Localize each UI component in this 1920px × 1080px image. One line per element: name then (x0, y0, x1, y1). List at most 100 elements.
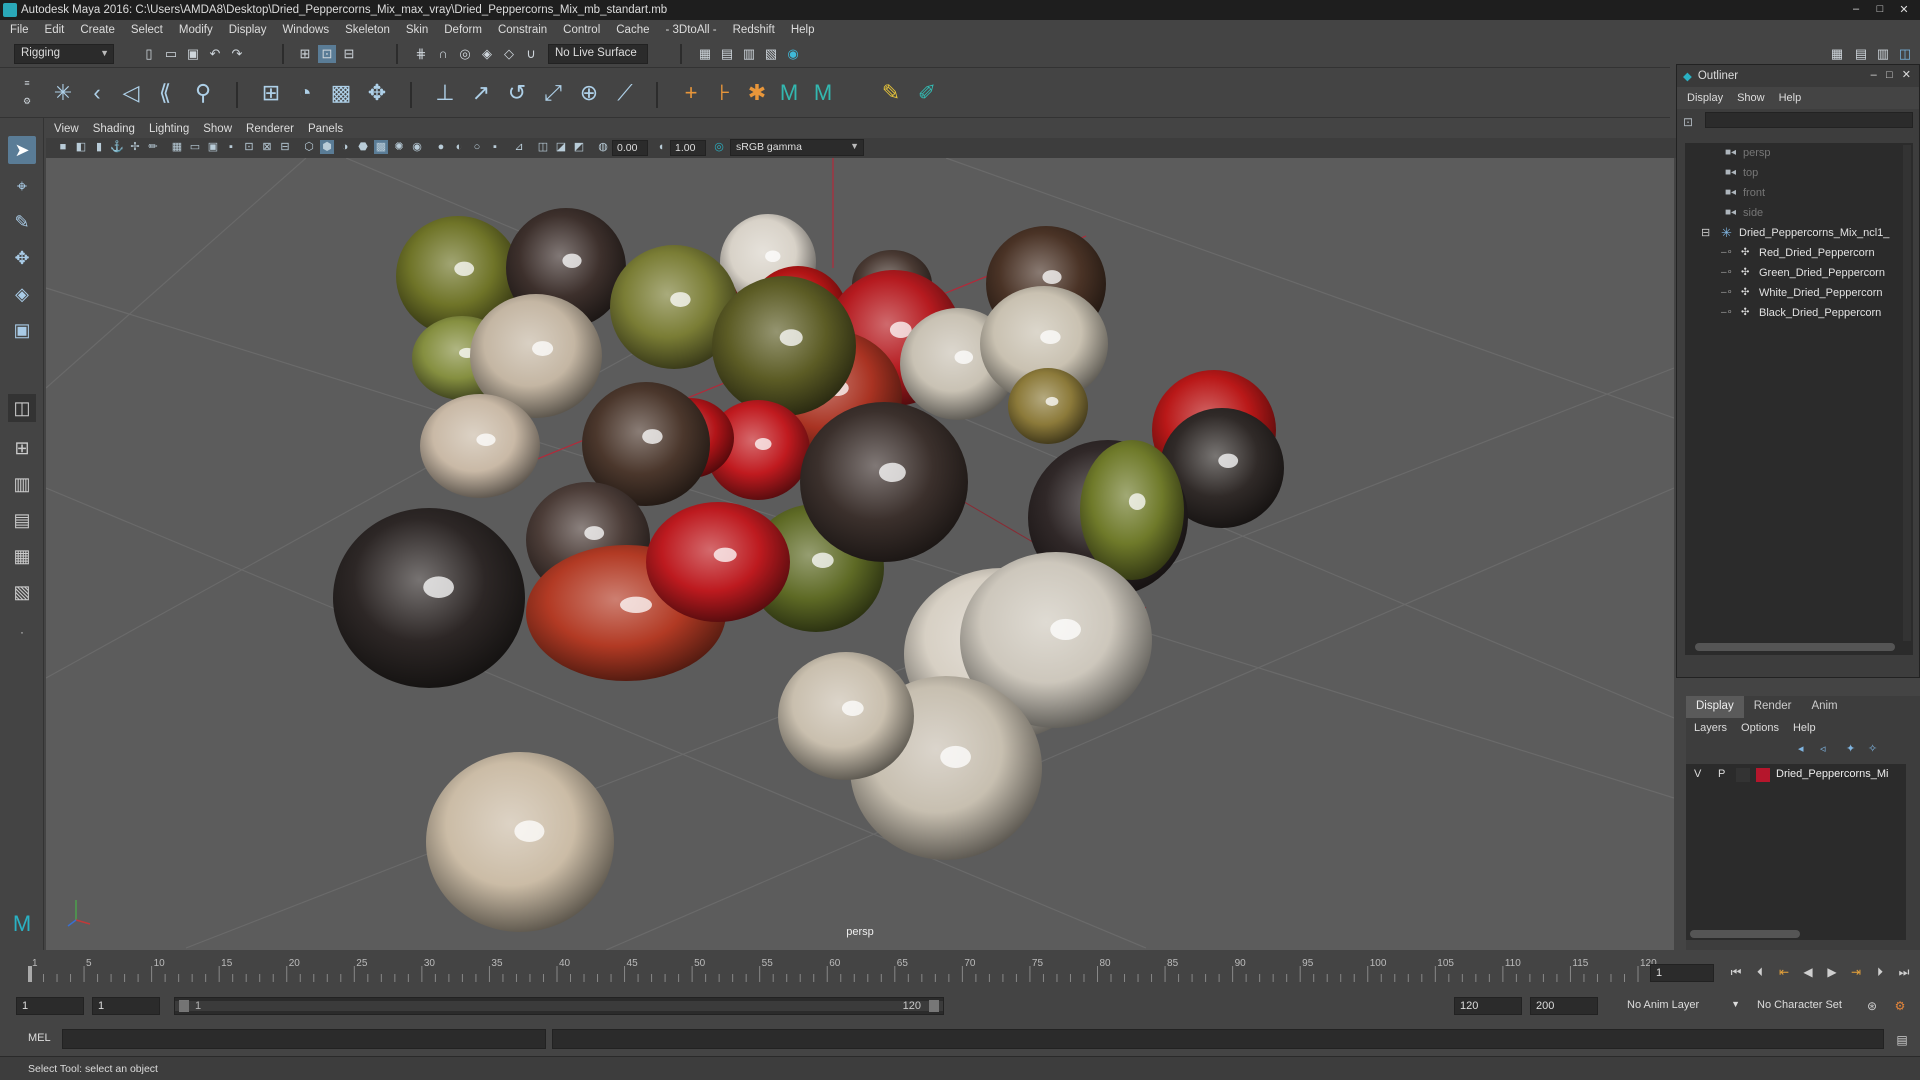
select-hierarchy-icon[interactable]: ⊞ (296, 45, 314, 63)
four-pane-layout-icon[interactable]: ⊞ (8, 434, 36, 462)
new-scene-icon[interactable]: ▯ (140, 45, 158, 63)
shadows-icon[interactable]: ◉ (410, 140, 424, 154)
xray-joints-icon[interactable]: ◪ (554, 140, 568, 154)
exposure-field[interactable]: 0.00 (612, 140, 648, 156)
panel-menu-lighting[interactable]: Lighting (149, 123, 189, 135)
select-object-icon[interactable]: ⊡ (318, 45, 336, 63)
wireframe-on-shaded-icon[interactable]: ⬣ (356, 140, 370, 154)
perspective-viewport[interactable]: persp (46, 158, 1674, 950)
outliner-menu-help[interactable]: Help (1779, 92, 1802, 104)
motion-blur-icon[interactable]: ◐ (452, 140, 466, 154)
start-time-field[interactable]: 1 (16, 997, 84, 1015)
outliner-item-green[interactable]: –∘ ✣ Green_Dried_Peppercorn (1685, 263, 1913, 283)
outliner-item-red[interactable]: –∘ ✣ Red_Dried_Peppercorn (1685, 243, 1913, 263)
outliner-vertical-scrollbar[interactable] (1903, 145, 1911, 641)
color-management-icon[interactable]: ◎ (712, 140, 726, 154)
menu-edit[interactable]: Edit (45, 24, 65, 36)
time-slider[interactable]: 1 5 10 15 20 25 30 35 40 45 50 55 60 65 70 75 80 85 90 95 10… (0, 954, 1920, 986)
command-input[interactable] (62, 1029, 546, 1049)
layers-menu-options[interactable]: Options (1741, 722, 1779, 734)
go-to-start-icon[interactable]: ⏮ (1728, 964, 1744, 980)
gamma-icon[interactable]: ◖ (654, 140, 668, 154)
minimize-button[interactable]: – (1846, 2, 1866, 16)
peppercorn-black[interactable] (800, 402, 968, 562)
outliner-item-group[interactable]: ⊟ ✳ Dried_Peppercorns_Mix_ncl1_ (1685, 223, 1913, 243)
menu-cache[interactable]: Cache (616, 24, 649, 36)
set-driven-key-icon[interactable]: ✱ (742, 78, 772, 108)
panel-menu-renderer[interactable]: Renderer (246, 123, 294, 135)
shelf-menu-icon[interactable]: ≡ (18, 74, 36, 92)
time-ruler[interactable]: 1 5 10 15 20 25 30 35 40 45 50 55 60 65 70 75 80 85 90 95 10… (26, 954, 1676, 986)
menu-display[interactable]: Display (229, 24, 267, 36)
outliner-menu-show[interactable]: Show (1737, 92, 1765, 104)
peppercorn-green[interactable] (1008, 368, 1088, 444)
current-frame-field[interactable]: 1 (1650, 964, 1714, 982)
step-back-key-icon[interactable]: ⏴ (1752, 964, 1768, 980)
safe-title-icon[interactable]: ⊟ (278, 140, 292, 154)
color-space-dropdown[interactable]: sRGB gamma ▼ (730, 139, 864, 156)
filter-icon[interactable]: ⊡ (1683, 115, 1693, 129)
brush-icon[interactable]: ✐ (912, 78, 942, 108)
step-back-frame-icon[interactable]: ⇤ (1776, 964, 1792, 980)
create-joint-icon[interactable]: ✳ (48, 78, 78, 108)
move-layer-down-icon[interactable]: ◃ (1820, 742, 1826, 755)
range-slider-track[interactable]: 1 120 (174, 997, 944, 1015)
script-language-label[interactable]: MEL (28, 1032, 51, 1044)
outliner-window-buttons[interactable]: – □ ✕ (1871, 68, 1911, 81)
snap-surface-icon[interactable]: ◇ (500, 45, 518, 63)
menu-file[interactable]: File (10, 24, 29, 36)
tool-settings-icon[interactable]: ◫ (1896, 45, 1914, 63)
ipr-render-icon[interactable]: ▥ (740, 45, 758, 63)
outliner-menu-display[interactable]: Display (1687, 92, 1723, 104)
outliner-item-side[interactable]: ■◂ side (1685, 203, 1913, 223)
gate-mask-icon[interactable]: ▪ (224, 140, 238, 154)
film-gate-icon[interactable]: ▭ (188, 140, 202, 154)
snap-point-icon[interactable]: ◎ (456, 45, 474, 63)
locator-icon[interactable]: + (676, 78, 706, 108)
maximize-button[interactable]: □ (1870, 2, 1890, 16)
rotate-tool-icon[interactable]: ◈ (8, 280, 36, 308)
play-backward-icon[interactable]: ◀ (1800, 964, 1816, 980)
humanik-icon[interactable]: ⚲ (188, 78, 218, 108)
end-time-field[interactable]: 200 (1530, 997, 1598, 1015)
panel-menu-view[interactable]: View (54, 123, 79, 135)
select-tool-icon[interactable]: ➤ (8, 136, 36, 164)
graph-layout-icon[interactable]: ▦ (8, 542, 36, 570)
layer-scrollbar[interactable] (1690, 930, 1800, 938)
undo-icon[interactable]: ↶ (206, 45, 224, 63)
tab-render[interactable]: Render (1744, 696, 1802, 718)
multisample-aa-icon[interactable]: ○ (470, 140, 484, 154)
menu-create[interactable]: Create (80, 24, 115, 36)
character-set-dropdown[interactable]: No Character Set (1752, 997, 1868, 1015)
paint-select-icon[interactable]: ✎ (8, 208, 36, 236)
layer-row[interactable]: V P Dried_Peppercorns_Mi (1686, 766, 1906, 784)
default-material-icon[interactable]: ◑ (338, 140, 352, 154)
menu-modify[interactable]: Modify (179, 24, 213, 36)
playback-end-field[interactable]: 120 (1454, 997, 1522, 1015)
shelf-settings-icon[interactable]: ⚙ (18, 92, 36, 110)
menu-help[interactable]: Help (791, 24, 815, 36)
bookmark-icon[interactable]: ▮ (92, 140, 106, 154)
pole-vector-icon[interactable]: ⟋ (610, 78, 640, 108)
camera-select-icon[interactable]: ■ (56, 140, 70, 154)
snap-curve-icon[interactable]: ∩ (434, 45, 452, 63)
redo-icon[interactable]: ↷ (228, 45, 246, 63)
auto-key-icon[interactable]: ⊛ (1864, 998, 1880, 1014)
outliner-item-white[interactable]: –∘ ✣ White_Dried_Peppercorn (1685, 283, 1913, 303)
layer-display-type[interactable] (1736, 768, 1750, 782)
depth-of-field-icon[interactable]: ▪ (488, 140, 502, 154)
render-frame-icon[interactable]: ▤ (718, 45, 736, 63)
xray-components-icon[interactable]: ◩ (572, 140, 586, 154)
aim-constraint-icon[interactable]: ↗ (466, 78, 496, 108)
menu-select[interactable]: Select (131, 24, 163, 36)
orient-constraint-icon[interactable]: ↺ (502, 78, 532, 108)
mode-dropdown[interactable]: Rigging ▼ (14, 44, 114, 64)
viewport-canvas[interactable] (46, 158, 1674, 950)
grease-pencil-icon[interactable]: ✏ (146, 140, 160, 154)
maya-m2-icon[interactable]: M (808, 78, 838, 108)
tab-anim[interactable]: Anim (1801, 696, 1847, 718)
render-settings-icon[interactable]: ▧ (762, 45, 780, 63)
paint-weights-icon[interactable]: ◔ (290, 78, 320, 108)
menu-skin[interactable]: Skin (406, 24, 428, 36)
preferences-icon[interactable]: ⚙ (1892, 998, 1908, 1014)
